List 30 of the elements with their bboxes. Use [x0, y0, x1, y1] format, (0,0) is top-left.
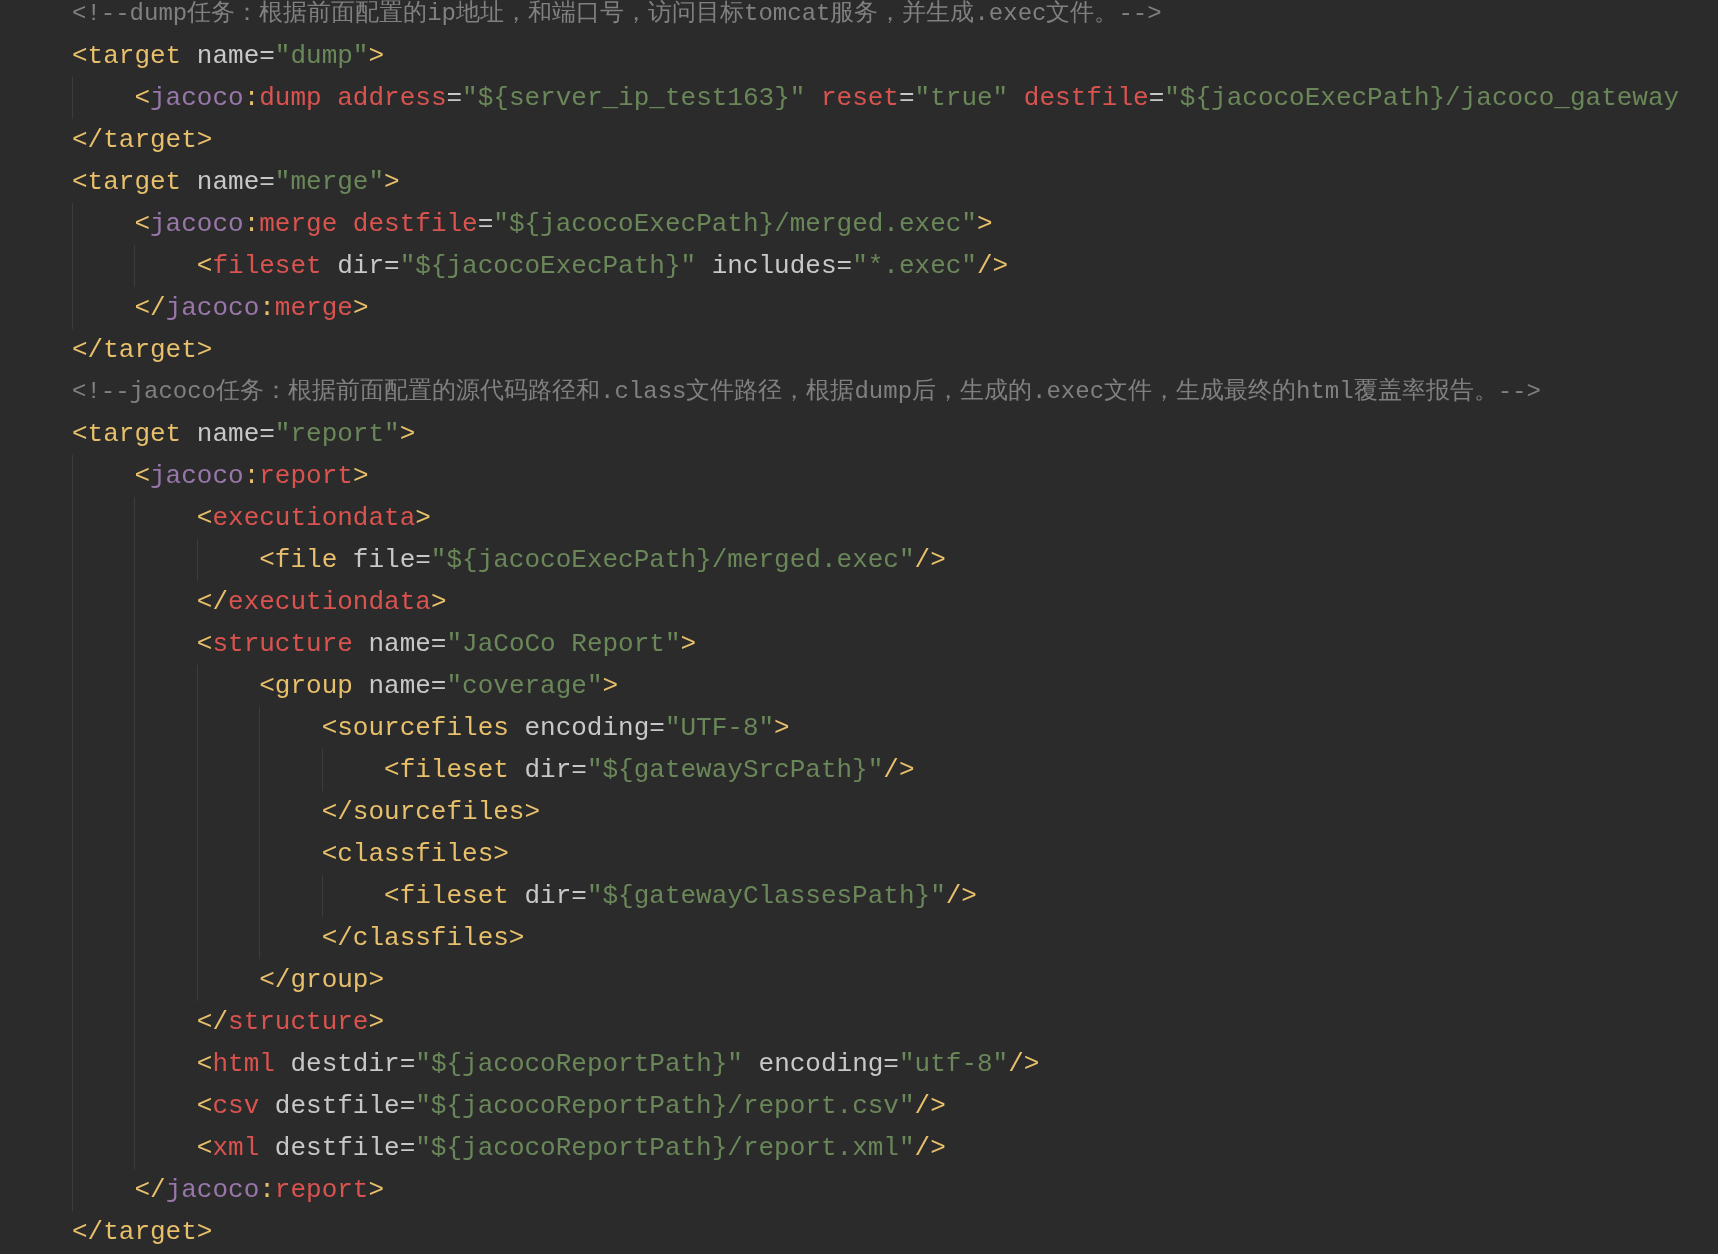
code-comment: <!--jacoco任务：根据前面配置的源代码路径和.class文件路径，根据dump后，生成的.exec文件，生成最终的html覆盖率报告。--> — [72, 376, 1541, 407]
code-line: <fileset dir="${gatewayClassesPath}"/> — [384, 880, 977, 913]
code-line: </structure> — [196, 1006, 385, 1039]
code-line: <jacoco:merge destfile="${jacocoExecPath}/merged.exec"> — [134, 208, 993, 241]
code-line: <file file="${jacocoExecPath}/merged.exec"/> — [259, 544, 946, 577]
code-line: <jacoco:dump address="${server_ip_test163}" reset="true" destfile="${jacocoExecPath}/jacoco_gateway — [134, 82, 1680, 115]
code-line: <fileset dir="${gatewaySrcPath}"/> — [384, 754, 915, 787]
code-line: <classfiles> — [321, 838, 509, 871]
code-line: </group> — [259, 964, 385, 997]
code-line: </target> — [72, 1216, 213, 1249]
code-line: <sourcefiles encoding="UTF-8"> — [321, 712, 790, 745]
code-line: <target name="dump"> — [72, 40, 385, 73]
code-line: <structure name="JaCoCo Report"> — [196, 628, 697, 661]
code-line: <xml destfile="${jacocoReportPath}/report.xml"/> — [196, 1132, 946, 1165]
code-comment: <!--dump任务：根据前面配置的ip地址，和端口号，访问目标tomcat服务，并生成.exec文件。--> — [72, 0, 1162, 29]
code-line: </sourcefiles> — [321, 796, 541, 829]
code-line: </target> — [72, 334, 213, 367]
code-line: <csv destfile="${jacocoReportPath}/report.csv"/> — [196, 1090, 946, 1123]
code-line: </target> — [72, 124, 213, 157]
code-line: <jacoco:report> — [134, 460, 369, 493]
code-line: <html destdir="${jacocoReportPath}" encoding="utf-8"/> — [196, 1048, 1040, 1081]
code-line: <executiondata> — [196, 502, 431, 535]
code-line: </executiondata> — [196, 586, 447, 619]
code-line: <group name="coverage"> — [259, 670, 619, 703]
code-line: </classfiles> — [321, 922, 525, 955]
code-line: <target name="merge"> — [72, 166, 400, 199]
code-line: </jacoco:report> — [134, 1174, 385, 1207]
code-line: <fileset dir="${jacocoExecPath}" includes="*.exec"/> — [196, 250, 1009, 283]
code-line: <target name="report"> — [72, 418, 416, 451]
code-line: </jacoco:merge> — [134, 292, 369, 325]
